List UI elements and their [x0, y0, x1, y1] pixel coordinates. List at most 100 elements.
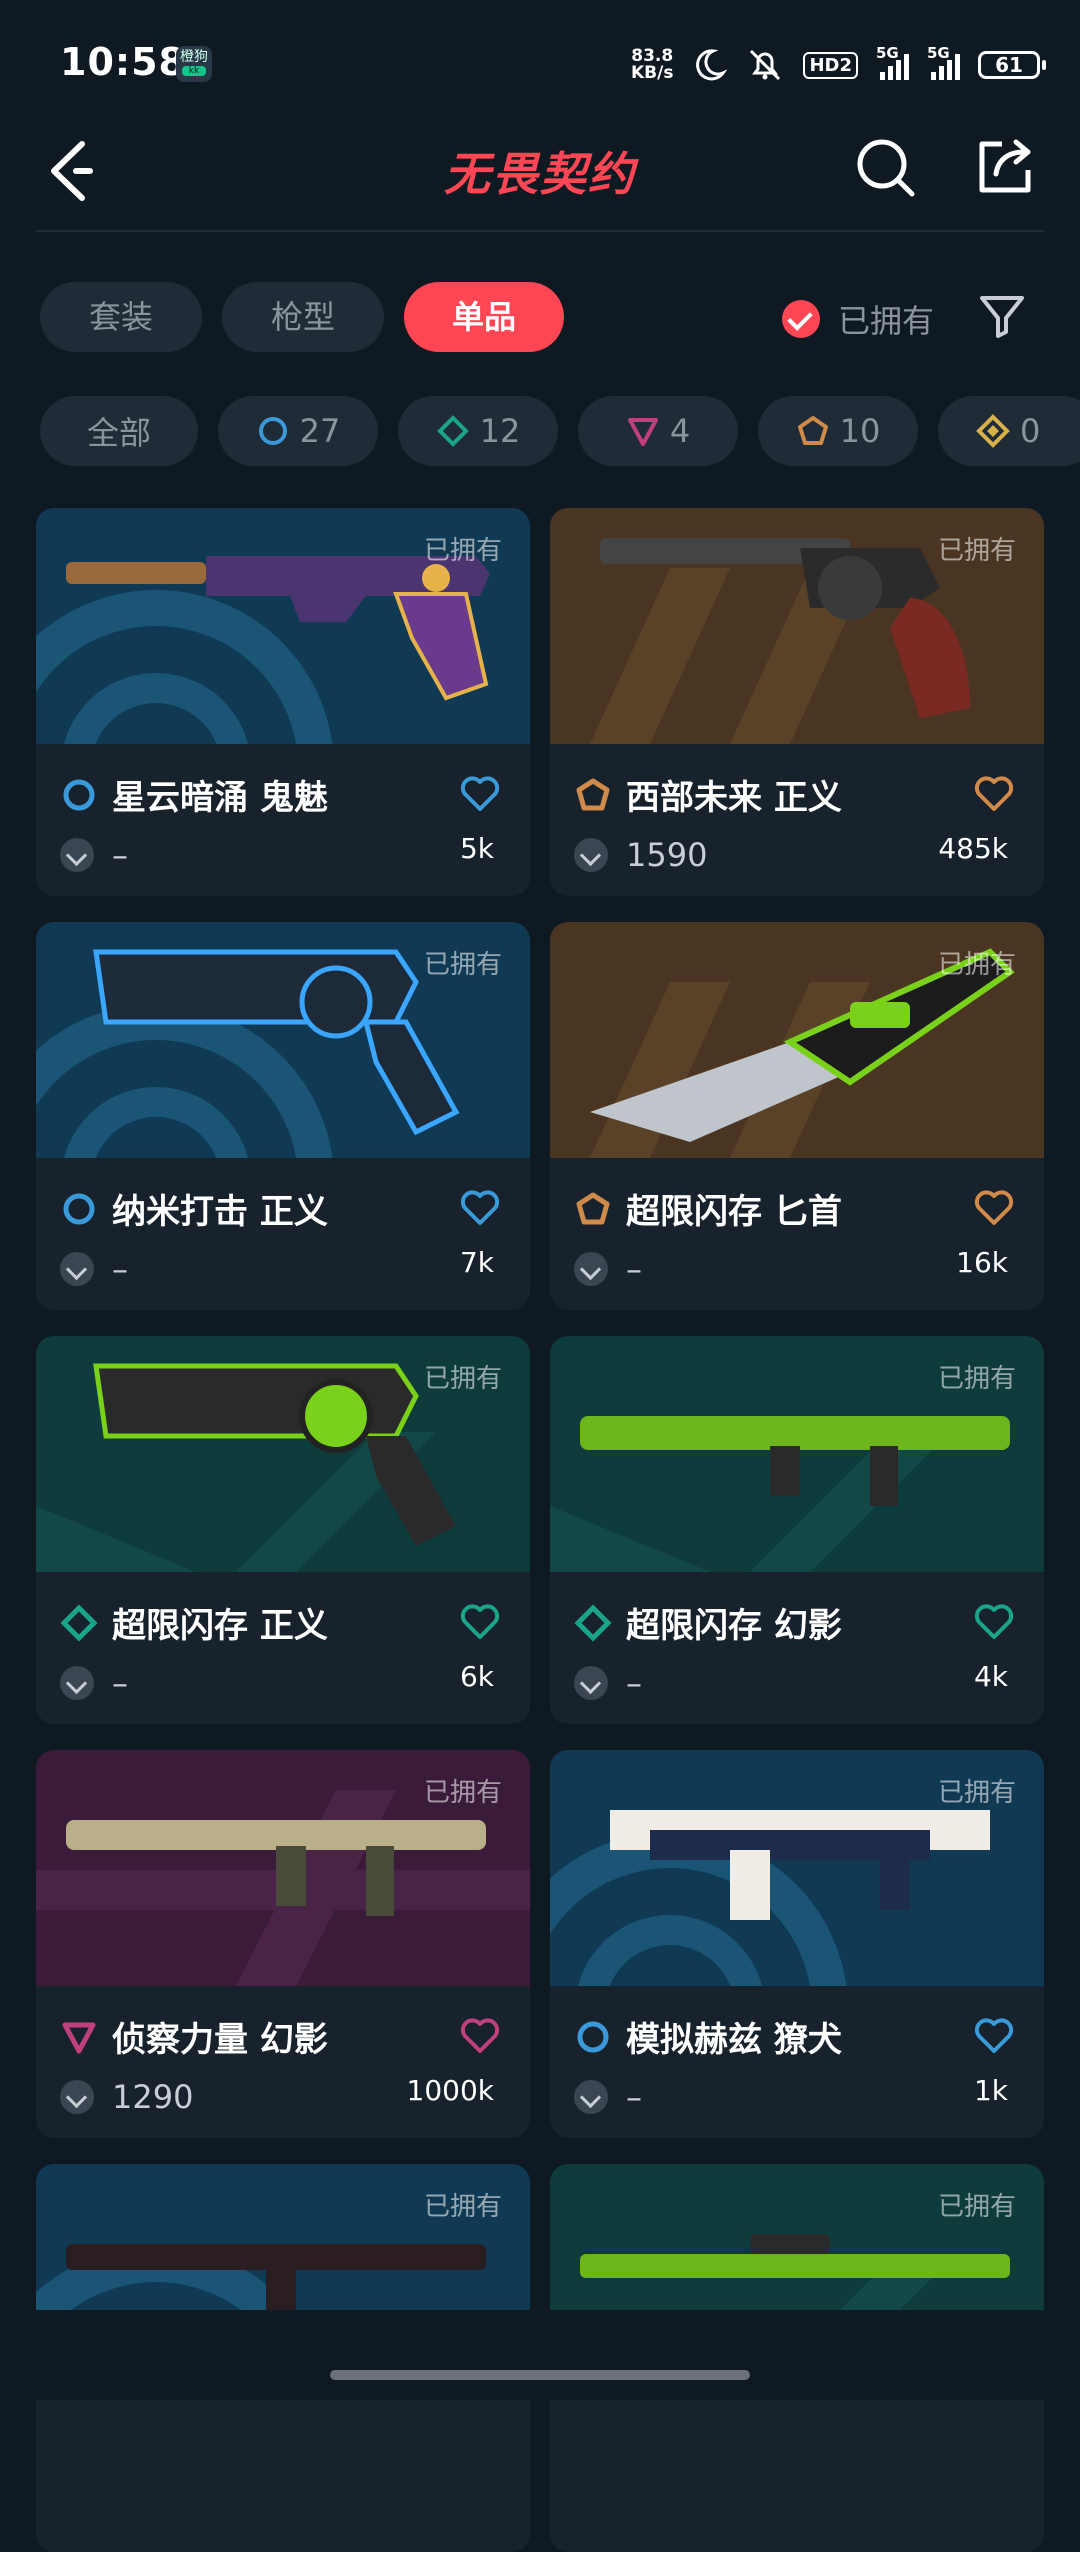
owned-tag: 已拥有: [937, 1364, 1016, 1394]
owned-tag: 已拥有: [423, 536, 502, 566]
skin-name: 纳米打击 正义: [112, 1192, 328, 1232]
skin-price: –: [112, 836, 128, 874]
exclusive-tier-icon: [576, 1192, 610, 1225]
signal-label-2: 5G: [927, 44, 950, 62]
skin-card[interactable]: 已拥有 纳米打击 正义 – 7k: [36, 922, 530, 1310]
skin-name: 超限闪存 正义: [112, 1606, 328, 1646]
owned-tag: 已拥有: [937, 950, 1016, 980]
skin-card[interactable]: 已拥有 侦察力量 幻影 1290 1000k: [36, 1750, 530, 2138]
premium-tier-icon: [62, 2022, 96, 2054]
share-icon[interactable]: [972, 134, 1038, 200]
skin-artwork: 已拥有: [36, 508, 530, 744]
owned-filter-toggle[interactable]: 已拥有: [782, 284, 934, 354]
premium-tier-icon: [627, 418, 658, 446]
home-indicator[interactable]: [330, 2370, 750, 2380]
valorant-points-icon: [60, 1252, 94, 1286]
chip-exclusive-tier[interactable]: 10: [758, 396, 918, 466]
mute-bell-icon: [750, 49, 781, 81]
chip-premium-tier[interactable]: 4: [578, 396, 738, 466]
chip-deluxe-tier[interactable]: 12: [398, 396, 558, 466]
chip-all[interactable]: 全部: [40, 396, 198, 466]
select-tier-icon: [63, 1193, 95, 1225]
app-badge-bottom: kk: [182, 66, 206, 76]
chip-select-count: 27: [299, 412, 341, 450]
hd-voice-icon: HD2: [803, 51, 858, 79]
valorant-points-icon: [60, 2080, 94, 2114]
chip-select-tier[interactable]: 27: [218, 396, 378, 466]
tab-weapon-types[interactable]: 枪型: [222, 282, 384, 352]
heart-icon[interactable]: [974, 1190, 1014, 1226]
skin-card[interactable]: 已拥有 星云暗涌 鬼魅 – 5k: [36, 508, 530, 896]
deluxe-tier-icon: [60, 1604, 98, 1642]
tab-suits[interactable]: 套装: [40, 282, 202, 352]
filter-funnel-icon[interactable]: [976, 290, 1028, 342]
heart-icon[interactable]: [460, 776, 500, 812]
skin-price: 1590: [626, 836, 708, 874]
owned-tag: 已拥有: [423, 1364, 502, 1394]
valorant-points-icon: [574, 1252, 608, 1286]
owned-tag: 已拥有: [423, 2192, 502, 2222]
skin-artwork: 已拥有: [550, 1750, 1044, 1986]
valorant-points-icon: [60, 1666, 94, 1700]
heart-icon[interactable]: [460, 2018, 500, 2054]
owned-tag: 已拥有: [937, 536, 1016, 566]
search-icon[interactable]: [852, 134, 918, 200]
chip-exclusive-count: 10: [839, 412, 881, 450]
heart-icon[interactable]: [974, 2018, 1014, 2054]
owned-check-icon[interactable]: [782, 300, 820, 338]
chip-deluxe-count: 12: [479, 412, 521, 450]
skin-card[interactable]: 已拥有 模拟赫兹 獠犬 – 1k: [550, 1750, 1044, 2138]
like-count: 16k: [956, 1246, 1008, 1279]
skin-card[interactable]: 已拥有 超限闪存 正义 – 6k: [36, 1336, 530, 1724]
skin-name: 模拟赫兹 獠犬: [626, 2020, 842, 2060]
valorant-points-icon: [574, 1666, 608, 1700]
bottom-nav-area: [0, 2310, 1080, 2400]
signal-icon-2: 5G: [927, 44, 960, 80]
app-badge-top: 橙狗: [180, 49, 208, 65]
page-title: 无畏契约: [444, 147, 636, 201]
skin-card[interactable]: 已拥有 超限闪存 幻影 – 4k: [550, 1336, 1044, 1724]
status-time: 10:58: [60, 40, 186, 84]
select-tier-icon: [577, 2021, 609, 2053]
select-tier-icon: [63, 779, 95, 811]
tab-items[interactable]: 单品: [404, 282, 564, 352]
skin-artwork: 已拥有: [550, 508, 1044, 744]
heart-icon[interactable]: [974, 776, 1014, 812]
like-count: 5k: [459, 832, 494, 865]
chip-premium-count: 4: [669, 412, 691, 450]
skin-price: –: [112, 1250, 128, 1288]
moon-icon: [696, 49, 728, 81]
skin-card[interactable]: 已拥有 西部未来 正义 1590 485k: [550, 508, 1044, 896]
skin-price: –: [626, 2078, 642, 2116]
skin-name: 超限闪存 幻影: [626, 1606, 842, 1646]
heart-icon[interactable]: [974, 1604, 1014, 1640]
like-count: 7k: [459, 1246, 494, 1279]
skin-artwork: 已拥有: [36, 922, 530, 1158]
app-header: 无畏契约: [0, 120, 1080, 230]
exclusive-tier-icon: [797, 416, 828, 445]
skin-name: 西部未来 正义: [626, 778, 842, 818]
battery-level: 61: [995, 53, 1023, 77]
skin-card[interactable]: 已拥有 超限闪存 匕首 – 16k: [550, 922, 1044, 1310]
deluxe-tier-icon: [574, 1604, 612, 1642]
exclusive-tier-icon: [576, 778, 610, 811]
net-speed: 83.8 KB/s: [631, 48, 673, 82]
skin-name: 星云暗涌 鬼魅: [112, 778, 328, 818]
valorant-points-icon: [574, 838, 608, 872]
like-count: 1k: [973, 2074, 1008, 2107]
owned-tag: 已拥有: [937, 1778, 1016, 1808]
heart-icon[interactable]: [460, 1190, 500, 1226]
chip-ultra-tier[interactable]: 0: [938, 396, 1080, 466]
like-count: 485k: [938, 832, 1008, 865]
status-indicators: 83.8 KB/s HD2 5G 5G 61: [631, 40, 1046, 90]
skin-price: 1290: [112, 2078, 194, 2116]
heart-icon[interactable]: [460, 1604, 500, 1640]
app-notification-icon: 橙狗 kk: [176, 46, 212, 82]
net-speed-unit: KB/s: [631, 63, 674, 83]
like-count: 4k: [973, 1660, 1008, 1693]
like-count: 6k: [459, 1660, 494, 1693]
skin-artwork: 已拥有: [550, 1336, 1044, 1572]
skin-price: –: [626, 1250, 642, 1288]
select-tier-icon: [258, 417, 287, 445]
skin-name: 超限闪存 匕首: [626, 1192, 842, 1232]
